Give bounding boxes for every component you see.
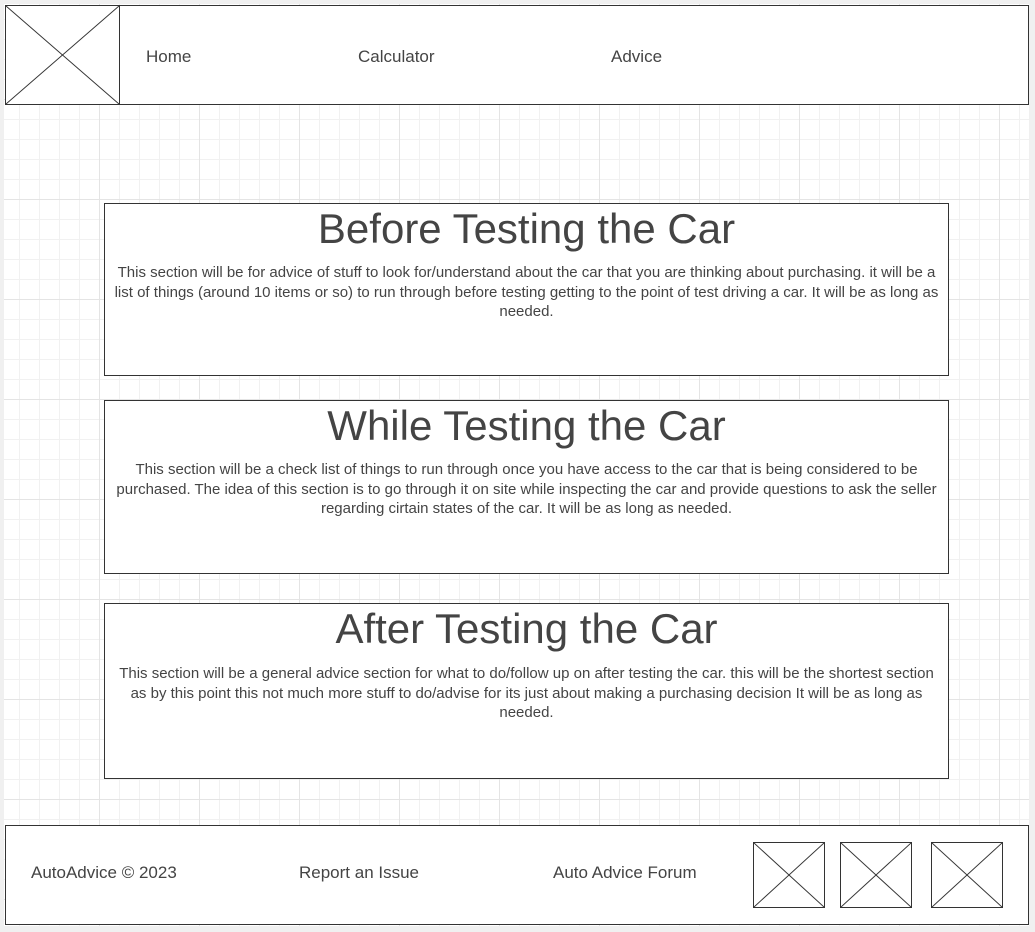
section-title: While Testing the Car: [327, 402, 726, 449]
section-body: This section will be a general advice se…: [119, 665, 934, 721]
before-testing-section: Before Testing the Car This section will…: [104, 203, 949, 376]
section-body: This section will be for advice of stuff…: [114, 264, 939, 320]
section-title: After Testing the Car: [335, 605, 718, 652]
copyright-text: AutoAdvice © 2023: [31, 863, 177, 882]
social-placeholder-icon[interactable]: [753, 842, 825, 908]
nav-calculator-link[interactable]: Calculator: [358, 47, 435, 67]
report-issue-link[interactable]: Report an Issue: [299, 863, 419, 883]
site-header: Home Calculator Advice: [5, 5, 1029, 105]
nav-home-link[interactable]: Home: [146, 47, 191, 67]
section-title: Before Testing the Car: [317, 205, 736, 252]
site-footer: AutoAdvice © 2023 Report an Issue Auto A…: [5, 825, 1029, 925]
social-placeholder-icon[interactable]: [931, 842, 1003, 908]
forum-link[interactable]: Auto Advice Forum: [553, 863, 697, 883]
logo-placeholder-icon[interactable]: [5, 5, 120, 105]
social-placeholder-icon[interactable]: [840, 842, 912, 908]
nav-advice-link[interactable]: Advice: [611, 47, 662, 67]
while-testing-section: While Testing the Car This section will …: [104, 400, 949, 574]
after-testing-section: After Testing the Car This section will …: [104, 603, 949, 779]
section-body: This section will be a check list of thi…: [116, 461, 937, 517]
